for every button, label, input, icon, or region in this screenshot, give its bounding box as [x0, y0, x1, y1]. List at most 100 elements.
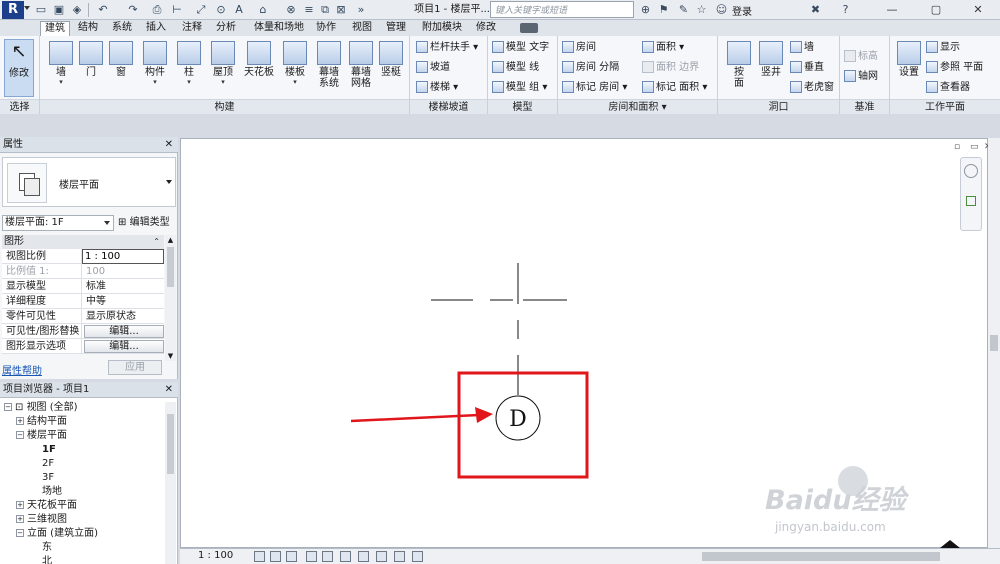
roof-button[interactable]: 屋顶 ▾	[206, 39, 240, 97]
section-icon[interactable]: ⊗	[284, 3, 298, 17]
redo-icon[interactable]: ↷	[126, 3, 140, 17]
scroll-up-icon[interactable]: ▲	[165, 235, 176, 245]
canvas-maximize-icon[interactable]: ▭	[970, 142, 979, 152]
tree-item-2f[interactable]: 2F	[42, 457, 54, 471]
edit-type-button[interactable]: ⊞ 编辑类型	[118, 215, 170, 231]
tree-item-floor-plans[interactable]: − 楼层平面	[16, 429, 67, 443]
tree-item-ceiling-plans[interactable]: + 天花板平面	[16, 499, 77, 513]
level-button[interactable]: 标高	[844, 48, 878, 66]
scroll-thumb[interactable]	[167, 414, 174, 474]
tree-item-3f[interactable]: 3F	[42, 471, 54, 485]
analytical-model-icon[interactable]	[412, 551, 423, 562]
wall-opening-button[interactable]: 墙	[790, 39, 814, 57]
view-scale-input[interactable]	[82, 249, 164, 264]
tree-item-3d-views[interactable]: + 三维视图	[16, 513, 67, 527]
thin-lines-icon[interactable]: ≡	[302, 3, 316, 17]
tab-collaborate[interactable]: 协作	[312, 21, 340, 36]
tab-systems[interactable]: 系统	[108, 21, 136, 36]
favorites-icon[interactable]: ☆	[694, 2, 709, 17]
user-icon[interactable]: ☺	[714, 2, 729, 17]
instance-filter-select[interactable]: 楼层平面: 1F	[2, 215, 114, 231]
print-icon[interactable]: ⎙	[150, 3, 164, 17]
show-crop-icon[interactable]	[340, 551, 351, 562]
reveal-hidden-icon[interactable]	[394, 551, 405, 562]
chevron-down-icon[interactable]	[166, 180, 172, 184]
visual-style-icon[interactable]	[270, 551, 281, 562]
tag-icon[interactable]: ⊙	[214, 3, 228, 17]
tree-item-views-all[interactable]: − ⊡ 视图 (全部)	[4, 401, 78, 415]
navigation-bar[interactable]	[960, 157, 982, 231]
group-label-room-area[interactable]: 房间和面积 ▾	[558, 99, 717, 114]
curtain-grid-button[interactable]: 幕墙 网格	[344, 39, 378, 97]
shaft-button[interactable]: 竖井	[754, 39, 788, 97]
show-work-plane-button[interactable]: 显示	[926, 39, 960, 57]
model-group-button[interactable]: 模型 组 ▾	[492, 79, 547, 97]
canvas-restore-icon[interactable]: ▫	[954, 142, 960, 152]
exchange-apps-icon[interactable]: ✖	[808, 2, 823, 17]
expand-icon[interactable]: +	[16, 417, 24, 425]
scroll-thumb[interactable]	[167, 247, 174, 287]
tag-room-button[interactable]: 标记 房间 ▾	[562, 79, 627, 97]
tab-insert[interactable]: 插入	[142, 21, 170, 36]
detail-level-value[interactable]: 中等	[84, 294, 162, 309]
save-icon[interactable]: ▣	[52, 3, 66, 17]
shadows-icon[interactable]	[306, 551, 317, 562]
room-separator-button[interactable]: 房间 分隔	[562, 59, 619, 77]
tree-item-structural-plans[interactable]: + 结构平面	[16, 415, 67, 429]
set-work-plane-button[interactable]: 设置	[892, 39, 926, 97]
reference-plane-button[interactable]: 参照 平面	[926, 59, 983, 77]
type-selector[interactable]: 楼层平面	[2, 157, 176, 207]
tab-annotate[interactable]: 注释	[178, 21, 206, 36]
binoculars-icon[interactable]: ⊕	[638, 2, 653, 17]
help-icon[interactable]: ?	[838, 2, 853, 17]
subscription-icon[interactable]: ⚑	[656, 2, 671, 17]
sync-icon[interactable]: ◈	[70, 3, 84, 17]
tree-item-east[interactable]: 东	[42, 541, 52, 555]
viewer-button[interactable]: 查看器	[926, 79, 970, 97]
railing-button[interactable]: 栏杆扶手 ▾	[416, 39, 478, 57]
expand-icon[interactable]: +	[16, 501, 24, 509]
app-menu-chevron-icon[interactable]	[24, 6, 30, 10]
properties-help-link[interactable]: 属性帮助	[2, 362, 42, 377]
scroll-down-icon[interactable]: ▼	[165, 351, 176, 361]
tab-modify[interactable]: 修改	[472, 21, 500, 36]
stair-button[interactable]: 楼梯 ▾	[416, 79, 458, 97]
area-boundary-button[interactable]: 面积 边界	[642, 59, 699, 77]
apply-button[interactable]: 应用	[108, 360, 162, 375]
more-icon[interactable]: »	[354, 3, 368, 17]
aligned-dimension-icon[interactable]: ⤢	[194, 3, 208, 17]
canvas-vertical-scrollbar[interactable]	[988, 138, 1000, 548]
steering-wheel-icon[interactable]	[964, 164, 978, 178]
tree-item-north[interactable]: 北	[42, 555, 52, 564]
tab-structure[interactable]: 结构	[74, 21, 102, 36]
tag-area-button[interactable]: 标记 面积 ▾	[642, 79, 707, 97]
tree-item-site[interactable]: 场地	[42, 485, 62, 499]
detail-level-icon[interactable]	[254, 551, 265, 562]
display-model-value[interactable]: 标准	[84, 279, 162, 294]
tree-item-elevations[interactable]: − 立面 (建筑立面)	[16, 527, 98, 541]
text-icon[interactable]: A	[232, 3, 246, 17]
component-button[interactable]: 构件 ▾	[138, 39, 172, 97]
unlocked-3d-icon[interactable]	[358, 551, 369, 562]
measure-icon[interactable]: ⊢	[170, 3, 184, 17]
mullion-button[interactable]: 竖梃	[374, 39, 408, 97]
sun-path-icon[interactable]	[286, 551, 297, 562]
tab-massing-site[interactable]: 体量和场地	[250, 21, 308, 36]
scroll-thumb[interactable]	[702, 552, 940, 561]
wall-button[interactable]: 墙 ▾	[44, 39, 78, 97]
close-icon[interactable]: ✕	[956, 0, 1000, 20]
modify-button[interactable]: ↖ 修改	[4, 39, 34, 97]
by-face-button[interactable]: 按 面	[722, 39, 756, 97]
view-scale-label[interactable]: 1 : 100	[198, 550, 233, 561]
communication-icon[interactable]: ✎	[676, 2, 691, 17]
canvas-horizontal-scrollbar[interactable]	[432, 551, 942, 562]
parts-visibility-value[interactable]: 显示原状态	[84, 309, 162, 324]
zoom-icon[interactable]	[966, 196, 976, 206]
graphic-display-edit-button[interactable]: 编辑...	[84, 340, 164, 353]
column-button[interactable]: 柱 ▾	[172, 39, 206, 97]
collapse-icon[interactable]: −	[4, 403, 12, 411]
section-graphics[interactable]: 图形 ⌃	[2, 235, 164, 249]
temporary-hide-icon[interactable]	[376, 551, 387, 562]
undo-icon[interactable]: ↶	[96, 3, 110, 17]
scroll-thumb[interactable]	[990, 335, 998, 351]
